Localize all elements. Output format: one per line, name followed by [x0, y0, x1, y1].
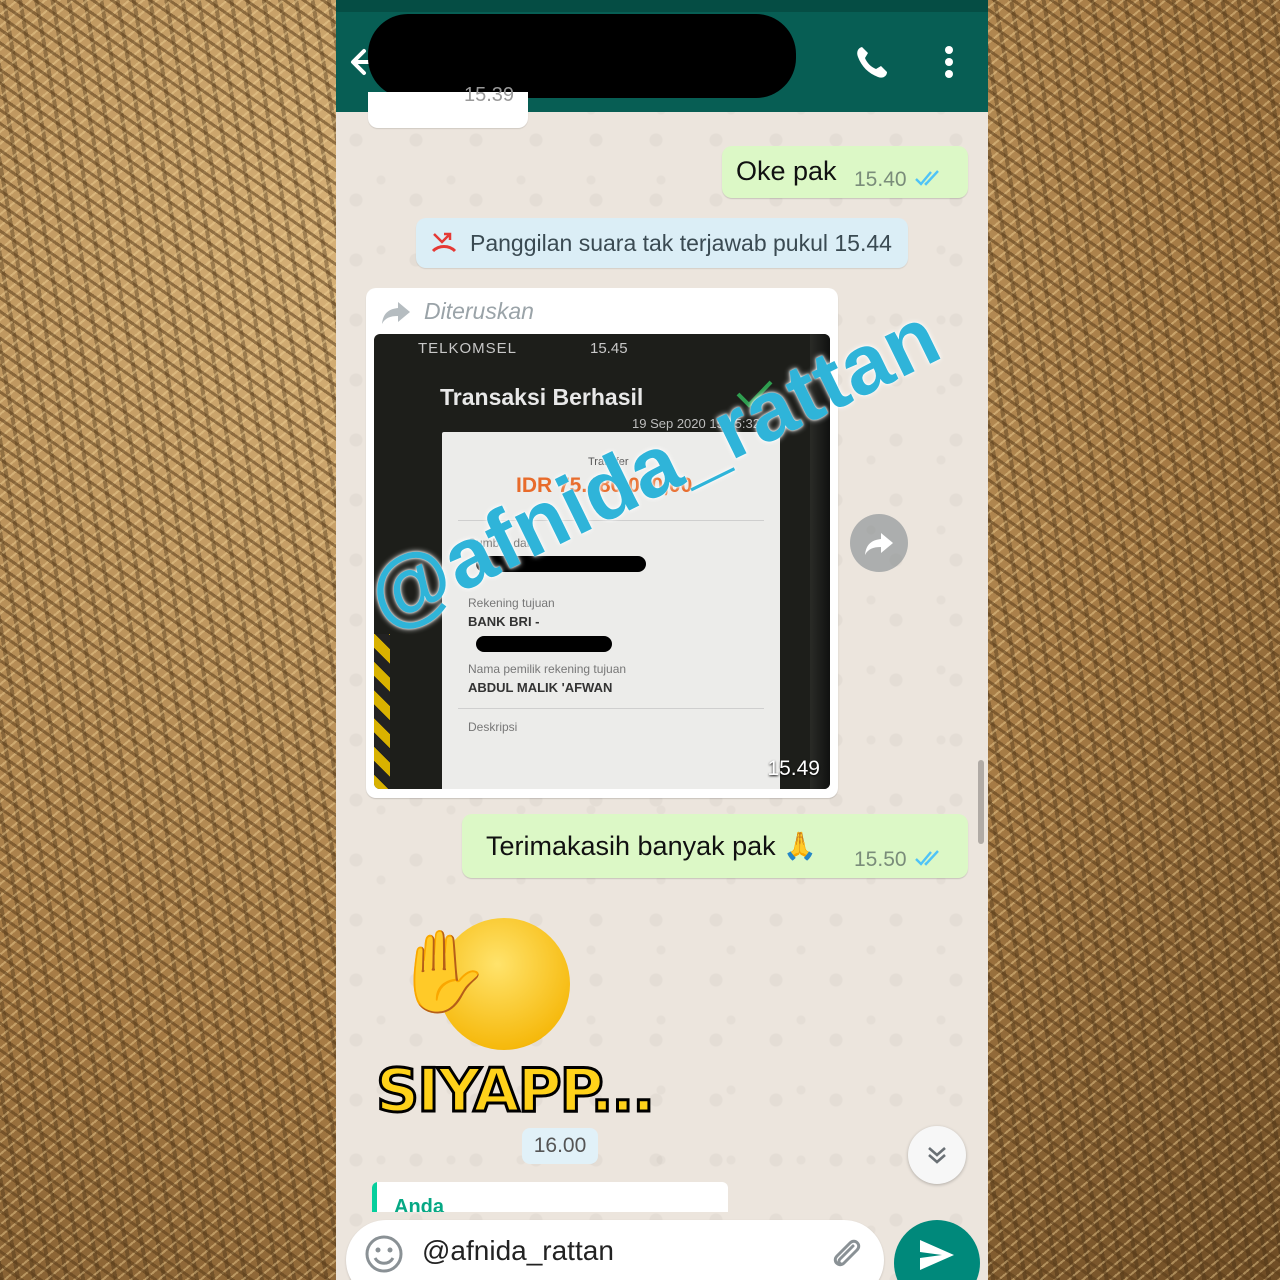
owner-label: Nama pemilik rekening tujuan: [468, 662, 627, 676]
receipt-carrier: TELKOMSEL: [418, 340, 518, 357]
quote-accent-bar: [372, 1182, 377, 1212]
missed-call-icon: [431, 232, 457, 253]
emoji-icon[interactable]: [364, 1234, 404, 1274]
receipt-title: Transaksi Berhasil: [440, 384, 644, 410]
voice-call-icon[interactable]: [852, 42, 892, 82]
read-ticks-icon: [915, 850, 939, 866]
scrollbar-thumb[interactable]: [978, 760, 984, 844]
message-bubble-oke[interactable]: Oke pak 15.40: [722, 146, 968, 198]
missed-call-text: Panggilan suara tak terjawab pukul 15.44: [470, 229, 892, 256]
message-text: Terimakasih banyak pak 🙏: [486, 831, 817, 861]
quoted-message-preview[interactable]: Anda: [372, 1182, 728, 1212]
double-chevron-down-icon: [928, 1147, 946, 1164]
read-ticks-icon: [915, 170, 939, 186]
whatsapp-chat-screen: 15.39 Oke pak 15.40 Panggilan suara tak …: [336, 0, 988, 1280]
missed-call-notice[interactable]: Panggilan suara tak terjawab pukul 15.44: [416, 218, 908, 268]
scroll-to-bottom-button[interactable]: [908, 1126, 966, 1184]
forward-share-button[interactable]: [850, 514, 908, 572]
redacted-contact-name[interactable]: [368, 14, 796, 98]
message-bubble-thanks[interactable]: Terimakasih banyak pak 🙏 15.50: [462, 814, 968, 878]
waving-hand-icon: ✋: [392, 927, 492, 1016]
dest-bank: BANK BRI -: [468, 614, 540, 629]
forwarded-label: Diteruskan: [424, 298, 534, 324]
forwarded-arrow-icon: [382, 302, 410, 324]
paperclip-icon[interactable]: [826, 1234, 866, 1274]
more-options-icon[interactable]: [936, 42, 962, 82]
sticker-caption: SIYAPP...: [375, 1055, 657, 1128]
forward-icon: [865, 533, 893, 555]
message-time: 15.50: [854, 848, 907, 871]
message-list[interactable]: 15.39 Oke pak 15.40 Panggilan suara tak …: [336, 84, 988, 1212]
send-icon: [920, 1240, 954, 1270]
status-bar: [336, 0, 988, 12]
partial-message-bubble[interactable]: 15.39: [368, 84, 528, 128]
message-text: Oke pak: [736, 156, 837, 186]
divider: [458, 708, 764, 709]
message-time: 15.40: [854, 168, 907, 191]
hazard-stripe: [374, 634, 390, 789]
quoted-author: Anda: [394, 1196, 444, 1212]
desc-label: Deskripsi: [468, 720, 518, 734]
photo-time: 15.49: [767, 757, 820, 780]
message-composer: [346, 1220, 884, 1280]
time-chip: 16.00: [522, 1128, 598, 1164]
partial-message-time: 15.39: [464, 84, 515, 106]
message-input[interactable]: [422, 1226, 812, 1276]
redaction-scribble: [476, 636, 612, 652]
owner-name: ABDUL MALIK 'AFWAN: [468, 680, 613, 695]
receipt-clock: 15.45: [590, 340, 628, 357]
